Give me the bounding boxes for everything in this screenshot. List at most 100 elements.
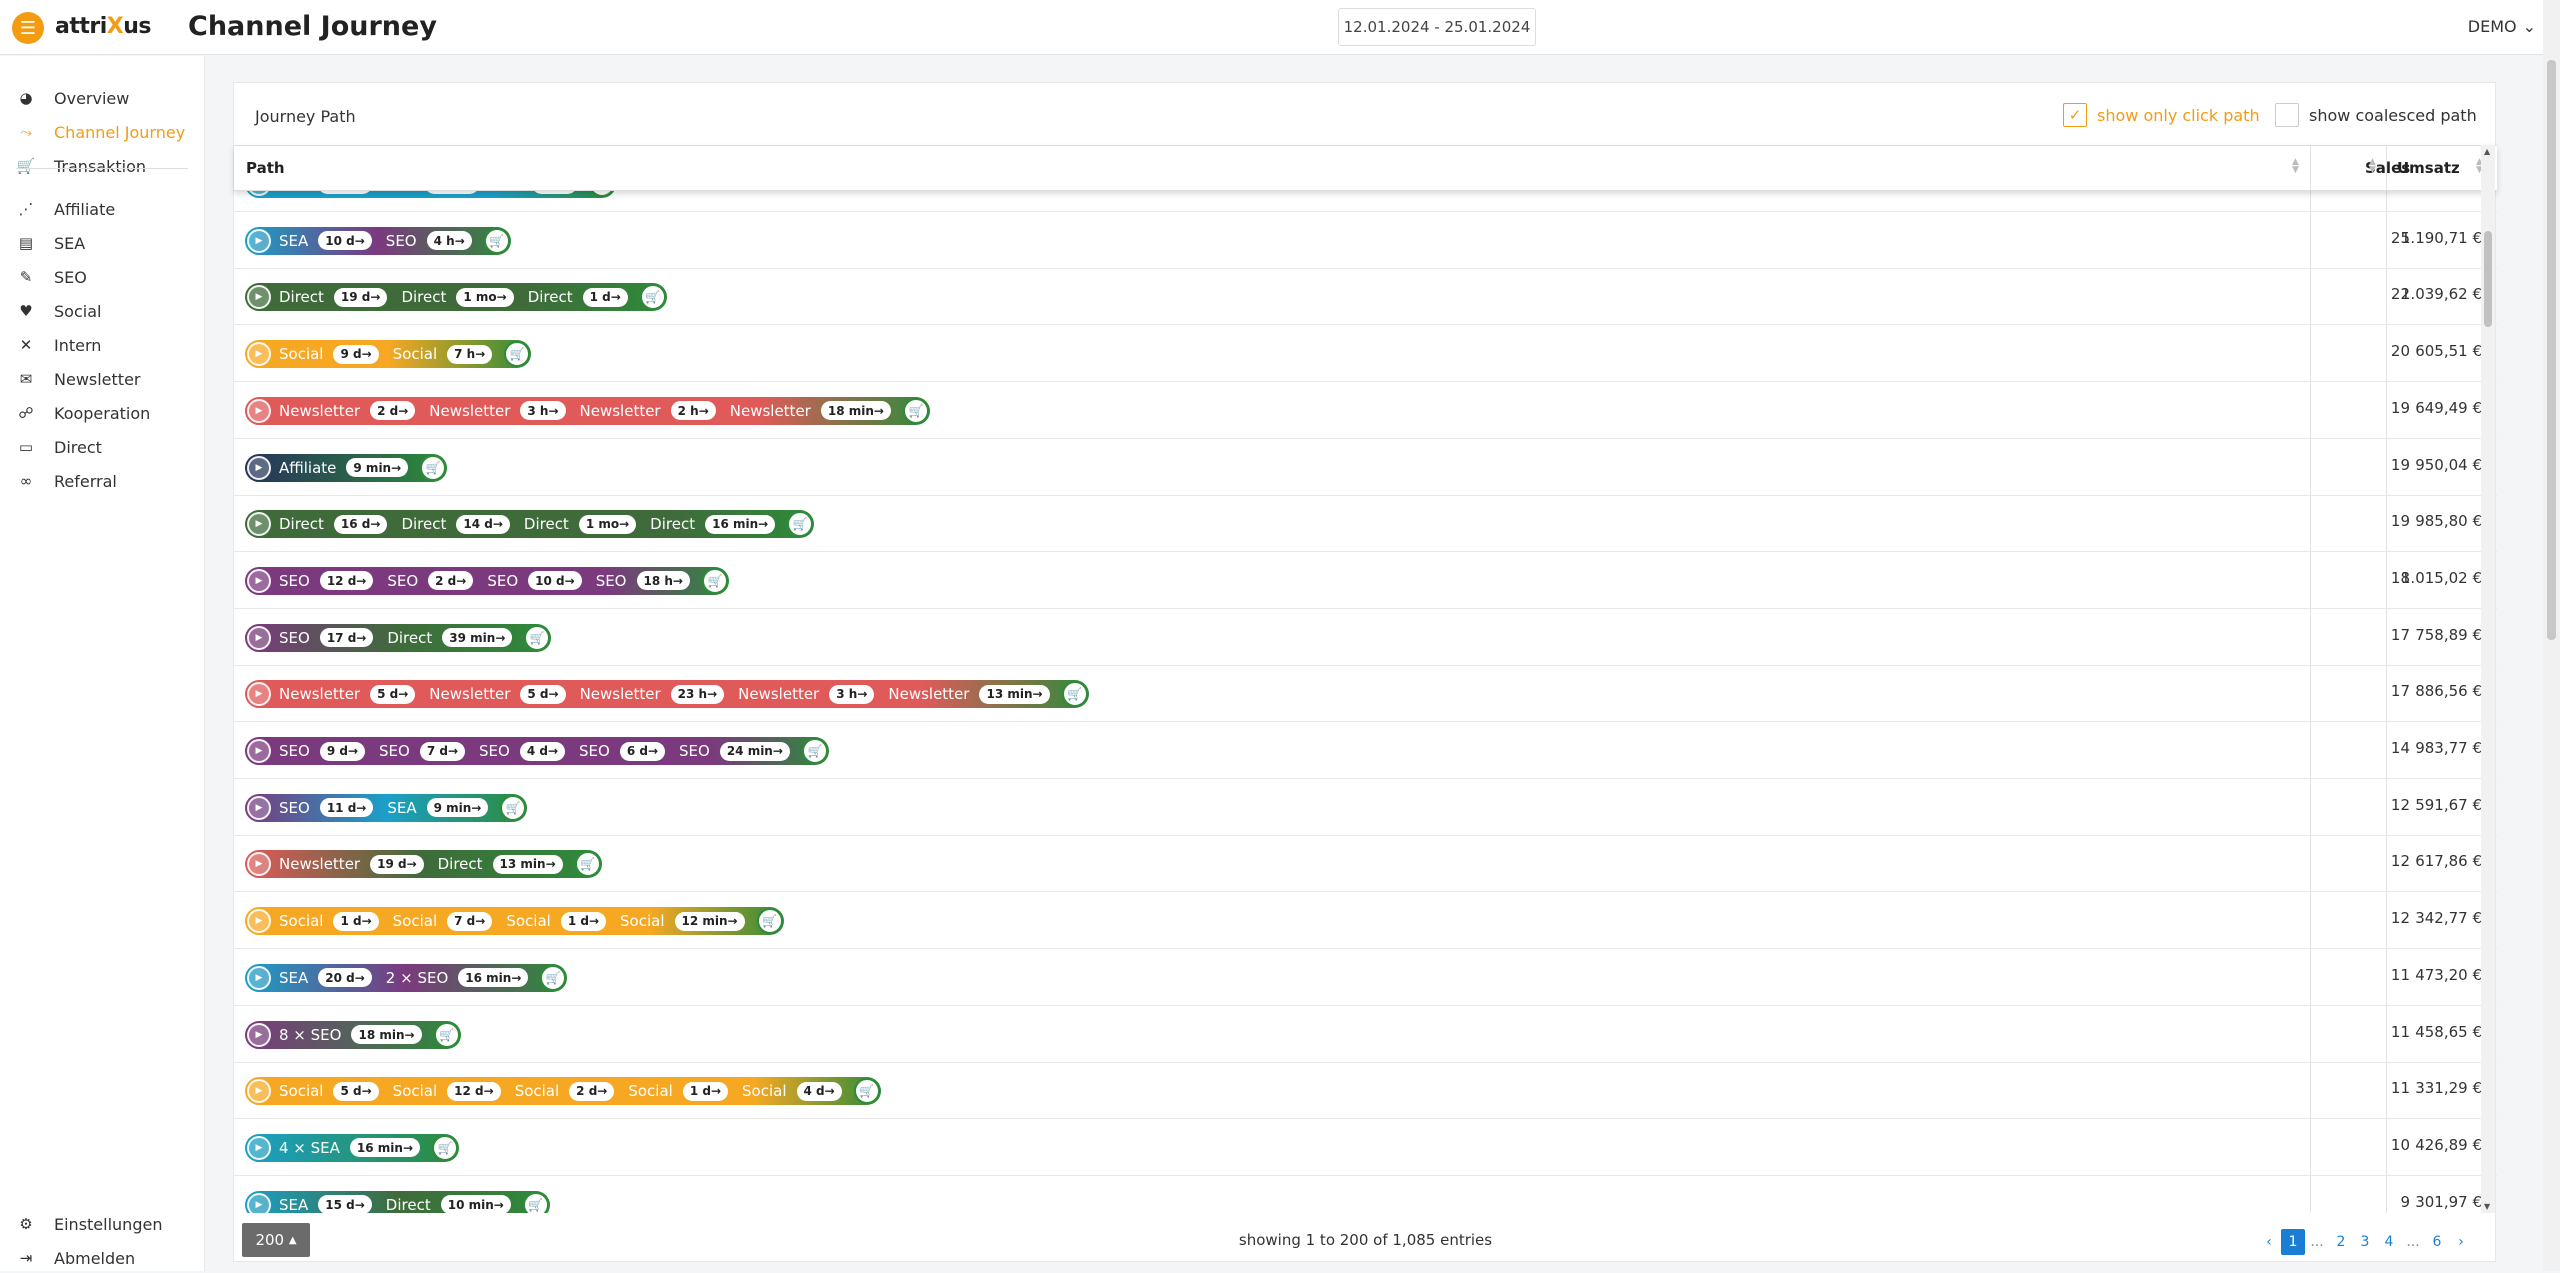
- duration-value: 12 d: [454, 1084, 484, 1099]
- table-row[interactable]: ▶ Newsletter 2 d → Newsletter 3 h → Newslette…: [234, 382, 2497, 439]
- play-icon[interactable]: ▶: [247, 342, 271, 367]
- table-row[interactable]: ▶ Newsletter 19 d → Direct 13 min → 🛒 12 617,86…: [234, 835, 2497, 893]
- journey-path[interactable]: ▶ Social 9 d → Social 7 h → 🛒: [245, 340, 532, 369]
- channel-label: SEA: [279, 1195, 309, 1213]
- play-icon[interactable]: ▶: [247, 228, 271, 253]
- play-icon[interactable]: ▶: [247, 965, 271, 990]
- page-button[interactable]: 6: [2425, 1229, 2449, 1255]
- journey-path[interactable]: ▶ SEA 26 d → SEA 16 d → SEA 4 d → 🛒: [245, 191, 617, 198]
- table-row[interactable]: ▶ Newsletter 5 d → Newsletter 5 d → Newslette…: [234, 665, 2497, 723]
- sidebar-item-social[interactable]: ♥ Social: [16, 296, 101, 326]
- sidebar-item-newsletter[interactable]: ✉ Newsletter: [16, 364, 141, 394]
- play-icon[interactable]: ▶: [247, 625, 271, 650]
- scroll-down-icon[interactable]: ▼: [2484, 1202, 2490, 1211]
- table-row[interactable]: ▶ 4 × SEA 16 min → 🛒 10 426,89 €: [234, 1119, 2497, 1176]
- table-row[interactable]: ▶ Direct 19 d → Direct 1 mo → Direct 1 d → 🛒 22 1…: [234, 268, 2497, 326]
- journey-path[interactable]: ▶ Newsletter 5 d → Newsletter 5 d → Newslette…: [245, 680, 1089, 709]
- play-icon[interactable]: ▶: [247, 909, 271, 934]
- play-icon[interactable]: ▶: [247, 455, 271, 480]
- journey-path[interactable]: ▶ Social 1 d → Social 7 d → Social 1 d → Social…: [245, 907, 784, 936]
- table-row[interactable]: ▶ Social 9 d → Social 7 h → 🛒 20 605,51 €: [234, 325, 2497, 383]
- play-icon[interactable]: ▶: [247, 795, 271, 820]
- journey-path[interactable]: ▶ Newsletter 19 d → Direct 13 min → 🛒: [245, 850, 602, 879]
- chevron-left-icon[interactable]: ‹: [2257, 1229, 2281, 1255]
- play-icon[interactable]: ▶: [247, 1079, 271, 1104]
- journey-path[interactable]: ▶ SEA 15 d → Direct 10 min → 🛒: [245, 1190, 550, 1213]
- sort-icon[interactable]: ▲ ▼: [2369, 158, 2376, 175]
- menu-icon[interactable]: ☰: [12, 12, 44, 44]
- scroll-up-icon[interactable]: ▲: [2484, 147, 2490, 156]
- table-row[interactable]: ▶ Affiliate 9 min → 🛒 19 950,04 €: [234, 439, 2497, 496]
- journey-path[interactable]: ▶ SEA 10 d → SEO 4 h → 🛒: [245, 226, 511, 255]
- play-icon[interactable]: ▶: [247, 1022, 271, 1047]
- table-scrollbar[interactable]: ▲ ▼: [2481, 145, 2495, 1213]
- table-row[interactable]: ▶ Direct 16 d → Direct 14 d → Direct 1 mo → Dir…: [234, 495, 2497, 553]
- table-row[interactable]: ▶ 8 × SEO 18 min → 🛒 11 458,65 €: [234, 1006, 2497, 1063]
- play-icon[interactable]: ▶: [247, 398, 271, 423]
- channel-label: SEO: [479, 742, 510, 760]
- sidebar-item-seo[interactable]: ✎ SEO: [16, 262, 87, 292]
- journey-path[interactable]: ▶ Direct 16 d → Direct 14 d → Direct 1 mo → Dir…: [245, 510, 815, 539]
- sidebar-item-referral[interactable]: ∞ Referral: [16, 466, 117, 496]
- window-scrollbar[interactable]: [2543, 0, 2560, 1271]
- journey-path[interactable]: ▶ 8 × SEO 18 min → 🛒: [245, 1020, 461, 1049]
- play-icon[interactable]: ▶: [247, 1192, 271, 1213]
- journey-path[interactable]: ▶ SEO 11 d → SEA 9 min → 🛒: [245, 793, 528, 822]
- coalesced-path-checkbox[interactable]: show coalesced path: [2275, 103, 2477, 127]
- play-icon[interactable]: ▶: [247, 682, 271, 707]
- journey-path[interactable]: ▶ SEO 12 d → SEO 2 d → SEO 10 d → SEO 18 h → 🛒: [245, 566, 729, 595]
- table-row[interactable]: ▶ SEA 10 d → SEO 4 h → 🛒 25 1.190,71 €: [234, 212, 2497, 269]
- sidebar-item-overview[interactable]: ◕ Overview: [16, 83, 129, 113]
- sidebar-item-kooperation[interactable]: ☍ Kooperation: [16, 398, 150, 428]
- journey-path[interactable]: ▶ SEO 9 d → SEO 7 d → SEO 4 d → SEO 6 d → SEO 24 m…: [245, 737, 829, 765]
- sidebar-item-affiliate[interactable]: ⋰ Affiliate: [16, 194, 116, 224]
- table-row[interactable]: ▶ Social 5 d → Social 12 d → Social 2 d → Socia…: [234, 1062, 2497, 1120]
- play-icon[interactable]: ▶: [247, 568, 271, 593]
- sort-icon[interactable]: ▲ ▼: [2292, 158, 2299, 175]
- table-row[interactable]: ▶ SEO 17 d → Direct 39 min → 🛒 17 758,89 €: [234, 609, 2497, 666]
- table-row[interactable]: ▶ SEA 20 d → 2 × SEO 16 min → 🛒 11 473,20 €: [234, 949, 2497, 1006]
- page-button[interactable]: 4: [2377, 1229, 2401, 1255]
- play-icon[interactable]: ▶: [247, 739, 271, 763]
- journey-path[interactable]: ▶ Affiliate 9 min → 🛒: [245, 453, 448, 482]
- page-button[interactable]: 1: [2281, 1229, 2305, 1255]
- journey-path[interactable]: ▶ SEO 17 d → Direct 39 min → 🛒: [245, 623, 552, 652]
- journey-path[interactable]: ▶ Direct 19 d → Direct 1 mo → Direct 1 d → 🛒: [245, 283, 667, 312]
- table-row[interactable]: ▶ SEA 15 d → Direct 10 min → 🛒 9 301,97 €: [234, 1176, 2497, 1213]
- sidebar-item-sea[interactable]: ▤ SEA: [16, 228, 85, 258]
- table-row[interactable]: ▶ Social 1 d → Social 7 d → Social 1 d → Social…: [234, 892, 2497, 950]
- sidebar-item-intern[interactable]: ✕ Intern: [16, 330, 102, 360]
- user-menu[interactable]: DEMO ⌄: [2468, 17, 2536, 36]
- play-icon[interactable]: ▶: [247, 285, 271, 310]
- scrollbar-thumb[interactable]: [2484, 231, 2492, 327]
- journey-path[interactable]: ▶ 4 × SEA 16 min → 🛒: [245, 1133, 460, 1162]
- journey-path[interactable]: ▶ SEA 20 d → 2 × SEO 16 min → 🛒: [245, 963, 568, 992]
- sidebar-item-channel-journey[interactable]: ⤳ Channel Journey: [16, 117, 185, 147]
- page-size-select[interactable]: 200 ▲: [242, 1223, 310, 1257]
- journey-path[interactable]: ▶ Social 5 d → Social 12 d → Social 2 d → Socia…: [245, 1077, 881, 1106]
- column-header-path[interactable]: Path: [246, 146, 285, 190]
- logo[interactable]: attriXus: [55, 14, 152, 39]
- click-path-checkbox[interactable]: ✓ show only click path: [2063, 103, 2260, 127]
- page-button[interactable]: 2: [2329, 1229, 2353, 1255]
- play-icon[interactable]: ▶: [247, 852, 271, 877]
- sidebar-item-direct[interactable]: ▭ Direct: [16, 432, 102, 462]
- sidebar-item-transaktion[interactable]: 🛒 Transaktion: [16, 151, 146, 181]
- date-range-picker[interactable]: 12.01.2024 - 25.01.2024: [1338, 8, 1536, 46]
- sidebar-item-abmelden[interactable]: ⇥ Abmelden: [16, 1243, 135, 1273]
- channel-label: Direct: [523, 515, 569, 534]
- duration-value: 19 d: [340, 290, 371, 305]
- sidebar-item-einstellungen[interactable]: ⚙ Einstellungen: [16, 1209, 162, 1239]
- window-scrollbar-thumb[interactable]: [2547, 60, 2556, 640]
- play-icon[interactable]: ▶: [247, 512, 271, 537]
- page-button[interactable]: 3: [2353, 1229, 2377, 1255]
- column-header-umsatz[interactable]: Umsatz: [2397, 146, 2460, 190]
- chevron-right-icon[interactable]: ›: [2449, 1229, 2473, 1255]
- play-icon[interactable]: ▶: [247, 1135, 271, 1160]
- table-row[interactable]: ▶ SEO 11 d → SEA 9 min → 🛒 12 591,67 €: [234, 779, 2497, 836]
- table-row[interactable]: ▶ SEO 12 d → SEO 2 d → SEO 10 d → SEO 18 h → 🛒 18 1…: [234, 552, 2497, 609]
- journey-path[interactable]: ▶ Newsletter 2 d → Newsletter 3 h → Newslette…: [245, 396, 930, 425]
- table-row[interactable]: ▶ SEO 9 d → SEO 7 d → SEO 4 d → SEO 6 d → SEO 24 m…: [234, 722, 2497, 779]
- play-icon[interactable]: ▶: [247, 191, 271, 196]
- table-row[interactable]: ▶SEA26 d →SEA16 d →SEA4 d →🛒261.214,48 €: [234, 191, 2497, 212]
